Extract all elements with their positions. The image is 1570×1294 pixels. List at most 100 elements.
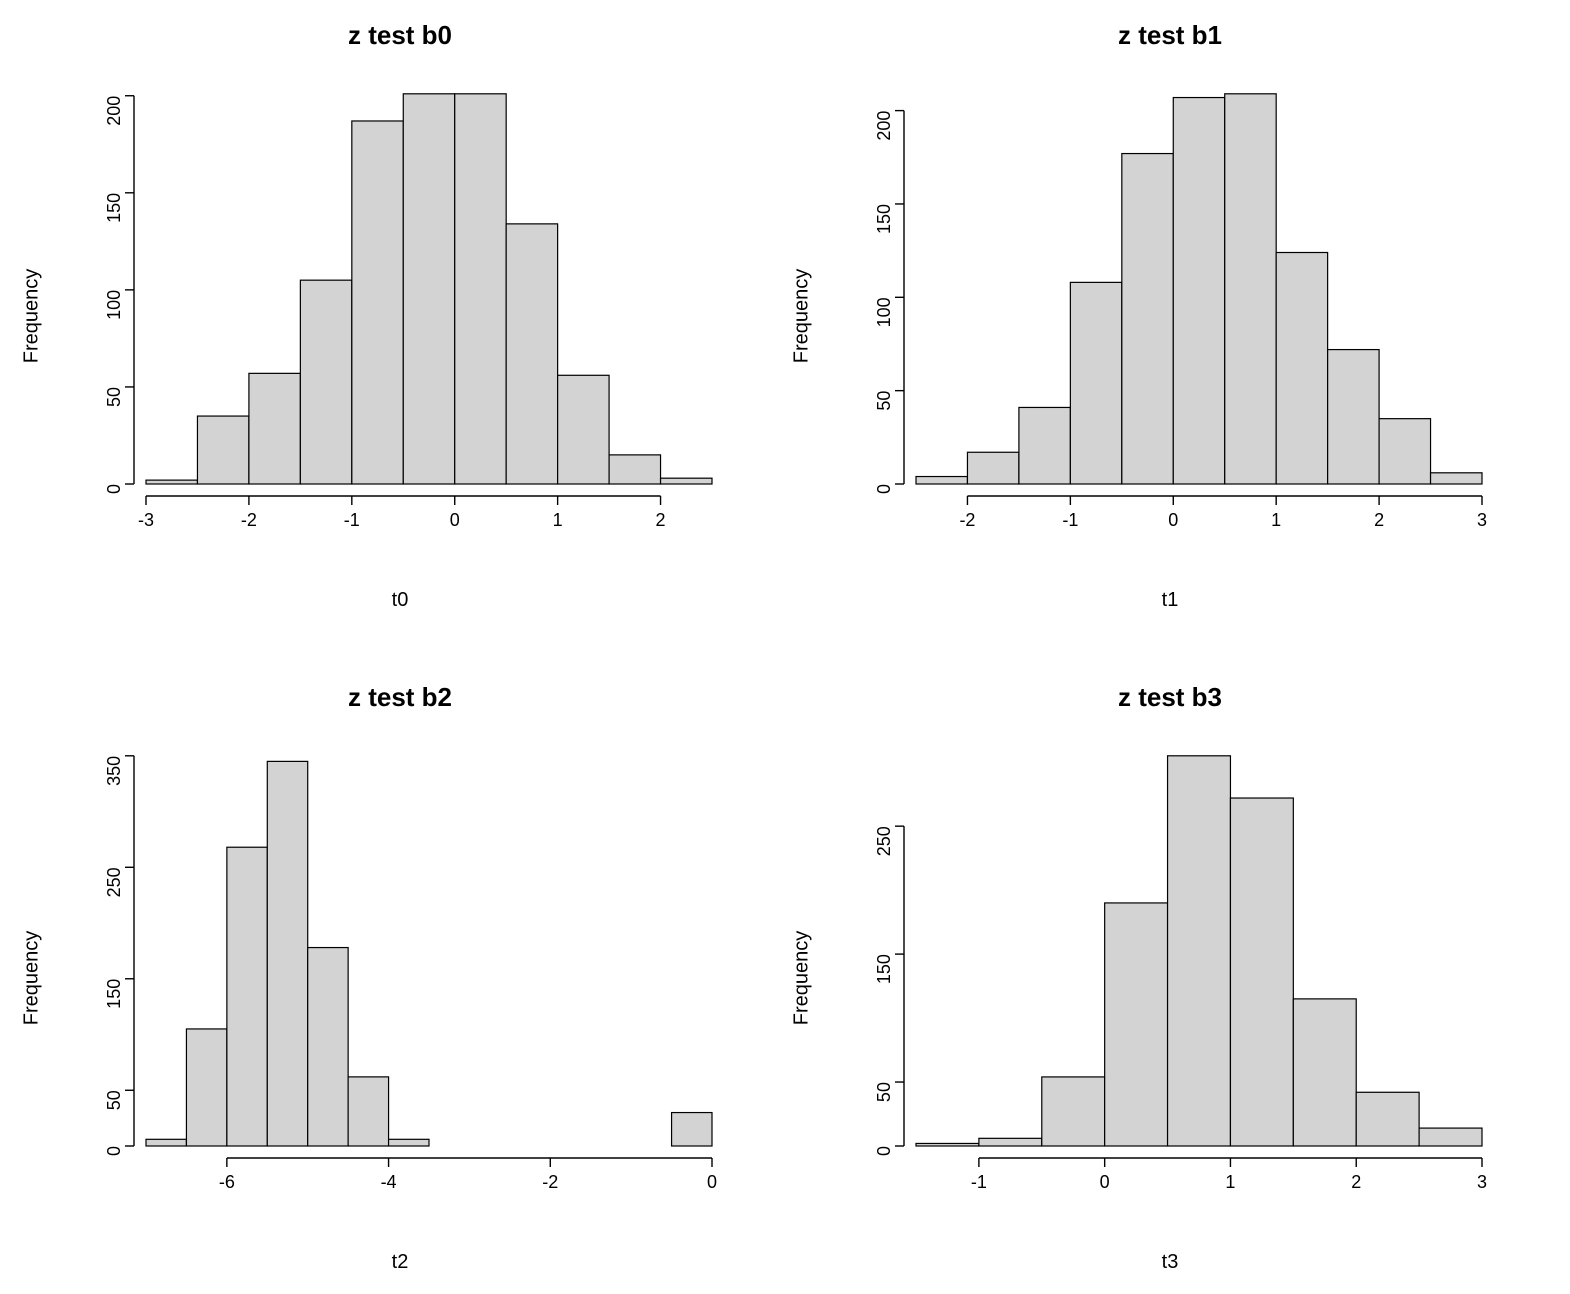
x-axis-label: t3	[830, 1251, 1510, 1274]
histogram-bar	[1419, 1128, 1482, 1146]
y-tick-label: 50	[874, 391, 894, 411]
y-tick-label: 0	[104, 1146, 124, 1156]
y-tick-label: 50	[104, 387, 124, 407]
histogram-bar	[967, 452, 1018, 484]
histogram-bar	[1019, 407, 1070, 484]
plot-area: -10123050150250	[902, 742, 1490, 1196]
histogram-bar	[1168, 756, 1231, 1146]
y-tick-label: 0	[874, 1146, 894, 1156]
x-tick-label: -4	[381, 1172, 397, 1192]
histogram-bar	[249, 373, 300, 484]
histogram-bar	[1173, 98, 1224, 484]
x-axis-label: t0	[60, 589, 740, 612]
panel-b3: z test b3 Frequency -10123050150250 t3	[830, 682, 1510, 1274]
x-tick-label: 1	[1271, 510, 1281, 530]
x-tick-label: 3	[1477, 510, 1487, 530]
x-tick-label: 1	[553, 510, 563, 530]
x-tick-label: 1	[1225, 1172, 1235, 1192]
chart-svg-b2: -6-4-20050150250350	[132, 742, 720, 1196]
histogram-bar	[146, 1139, 186, 1146]
chart-title: z test b2	[60, 682, 740, 713]
histogram-bar	[672, 1113, 712, 1146]
y-tick-label: 150	[104, 193, 124, 223]
chart-svg-b0: -3-2-1012050100150200	[132, 80, 720, 534]
histogram-bar	[146, 480, 197, 484]
histogram-bar	[916, 1143, 979, 1146]
x-tick-label: -1	[971, 1172, 987, 1192]
histogram-bar	[1225, 94, 1276, 484]
histogram-bar	[979, 1138, 1042, 1146]
histogram-bar	[506, 224, 557, 484]
histogram-bar	[1356, 1092, 1419, 1146]
x-tick-label: -2	[241, 510, 257, 530]
x-tick-label: 0	[450, 510, 460, 530]
y-tick-label: 0	[104, 484, 124, 494]
histogram-bar	[1293, 999, 1356, 1146]
histogram-bar	[300, 280, 351, 484]
x-tick-label: 3	[1477, 1172, 1487, 1192]
x-tick-label: 2	[1374, 510, 1384, 530]
x-tick-label: -6	[219, 1172, 235, 1192]
histogram-bar	[348, 1077, 388, 1146]
y-tick-label: 100	[104, 290, 124, 320]
histogram-bar	[558, 375, 609, 484]
y-tick-label: 200	[874, 111, 894, 141]
y-axis-label: Frequency	[791, 269, 814, 364]
y-tick-label: 250	[104, 867, 124, 897]
plot-area: -3-2-1012050100150200	[132, 80, 720, 534]
histogram-bar	[1431, 473, 1482, 484]
y-axis-label: Frequency	[791, 931, 814, 1026]
plot-area: -6-4-20050150250350	[132, 742, 720, 1196]
y-tick-label: 200	[104, 96, 124, 126]
histogram-bar	[227, 847, 267, 1146]
histogram-bar	[1379, 419, 1430, 484]
y-tick-label: 100	[874, 297, 894, 327]
panel-b1: z test b1 Frequency -2-10123050100150200…	[830, 20, 1510, 612]
y-tick-label: 350	[104, 756, 124, 786]
y-tick-label: 0	[874, 484, 894, 494]
x-tick-label: -3	[138, 510, 154, 530]
x-tick-label: 0	[1168, 510, 1178, 530]
y-tick-label: 150	[874, 204, 894, 234]
histogram-bar	[1042, 1077, 1105, 1146]
x-tick-label: -2	[542, 1172, 558, 1192]
histogram-bar	[1122, 154, 1173, 484]
x-tick-label: 0	[1100, 1172, 1110, 1192]
histogram-bar	[609, 455, 660, 484]
chart-svg-b3: -10123050150250	[902, 742, 1490, 1196]
histogram-bar	[197, 416, 248, 484]
histogram-bar	[403, 94, 454, 484]
histogram-bar	[455, 94, 506, 484]
x-tick-label: -1	[1062, 510, 1078, 530]
histogram-bar	[661, 478, 712, 484]
histogram-bar	[389, 1139, 429, 1146]
chart-title: z test b1	[830, 20, 1510, 51]
x-axis-label: t2	[60, 1251, 740, 1274]
y-tick-label: 150	[104, 979, 124, 1009]
x-tick-label: -1	[344, 510, 360, 530]
y-tick-label: 50	[874, 1082, 894, 1102]
histogram-bar	[1105, 903, 1168, 1146]
histogram-bar	[1328, 350, 1379, 484]
x-tick-label: 0	[707, 1172, 717, 1192]
plot-area: -2-10123050100150200	[902, 80, 1490, 534]
y-tick-label: 50	[104, 1090, 124, 1110]
panel-b0: z test b0 Frequency -3-2-101205010015020…	[60, 20, 740, 612]
histogram-bar	[1276, 253, 1327, 485]
chart-grid: z test b0 Frequency -3-2-101205010015020…	[60, 20, 1510, 1274]
panel-b2: z test b2 Frequency -6-4-20050150250350 …	[60, 682, 740, 1274]
y-tick-label: 150	[874, 954, 894, 984]
y-axis-label: Frequency	[21, 931, 44, 1026]
x-tick-label: 2	[656, 510, 666, 530]
page: z test b0 Frequency -3-2-101205010015020…	[0, 0, 1570, 1294]
y-axis-label: Frequency	[21, 269, 44, 364]
histogram-bar	[916, 477, 967, 484]
y-tick-label: 250	[874, 826, 894, 856]
x-tick-label: 2	[1351, 1172, 1361, 1192]
x-axis-label: t1	[830, 589, 1510, 612]
histogram-bar	[1070, 282, 1121, 484]
chart-svg-b1: -2-10123050100150200	[902, 80, 1490, 534]
chart-title: z test b3	[830, 682, 1510, 713]
histogram-bar	[308, 948, 348, 1146]
histogram-bar	[1230, 798, 1293, 1146]
